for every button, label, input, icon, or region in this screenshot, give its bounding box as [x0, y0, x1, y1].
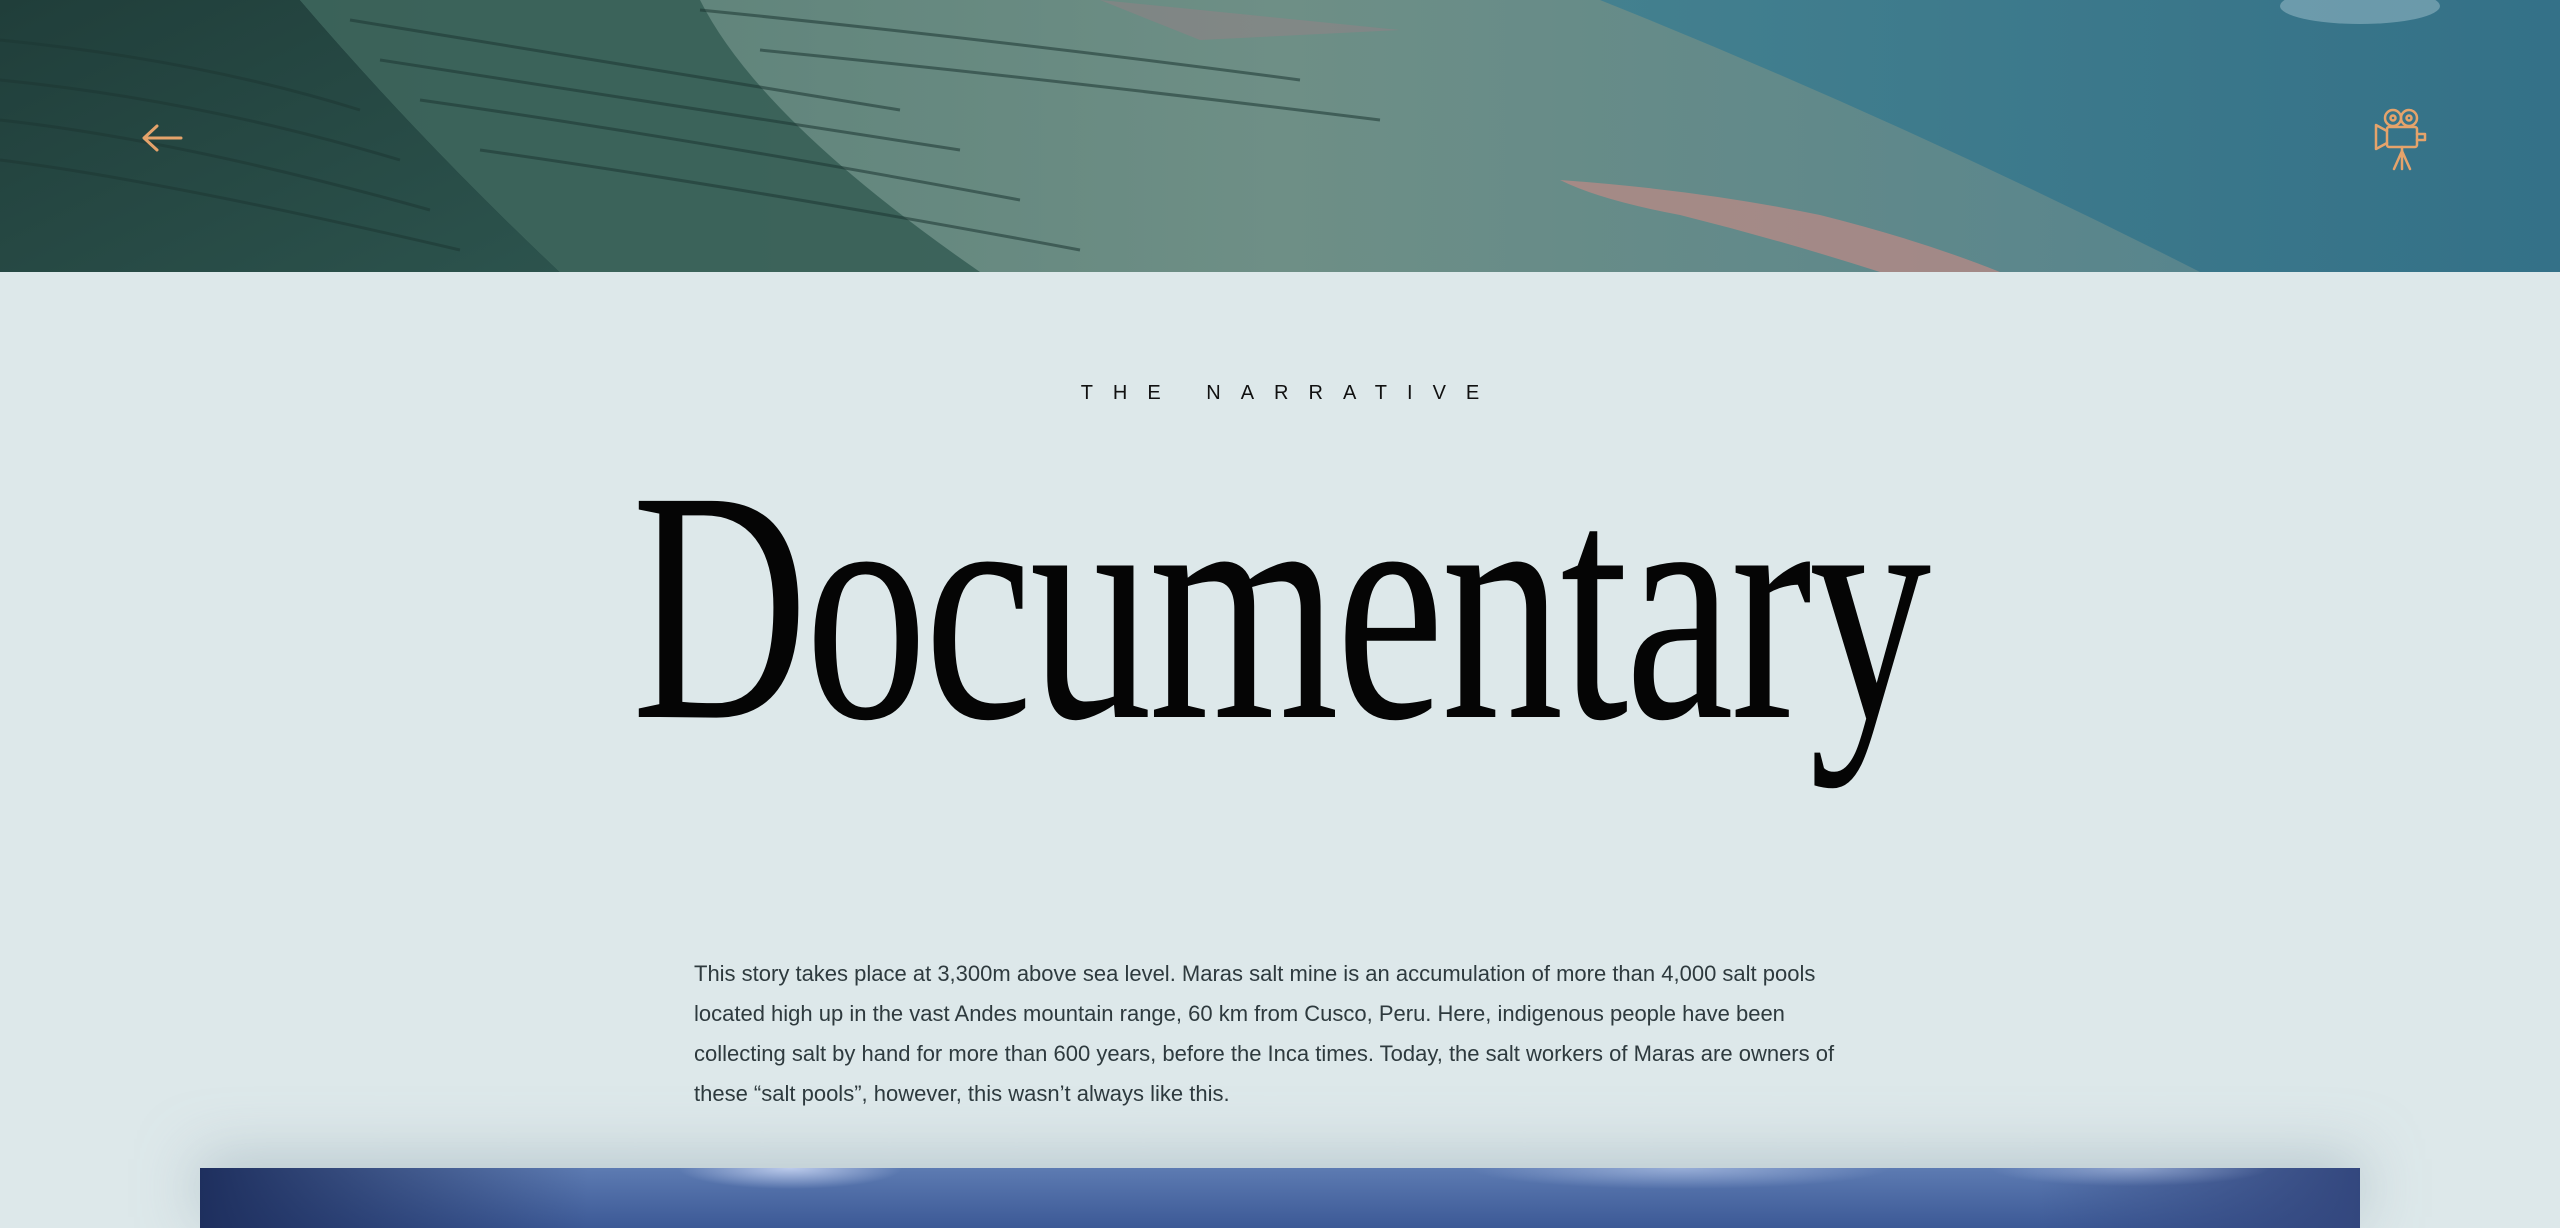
hero-image: [0, 0, 2560, 272]
mountain-landscape-image: [0, 0, 2560, 272]
section-eyebrow: THE NARRATIVE: [1080, 382, 1500, 404]
narrative-section: THE NARRATIVE Documentary This story tak…: [0, 272, 2560, 1222]
arrow-left-icon: [142, 124, 183, 152]
narrative-paragraph: This story takes place at 3,300m above s…: [694, 961, 1835, 1106]
movie-camera-icon: [2374, 108, 2427, 171]
camera-button[interactable]: [2370, 104, 2434, 174]
cloud-overlay: [200, 1168, 2360, 1228]
page-title: Documentary: [631, 424, 1931, 789]
back-button[interactable]: [136, 112, 188, 164]
sky-image: [200, 1168, 2360, 1228]
